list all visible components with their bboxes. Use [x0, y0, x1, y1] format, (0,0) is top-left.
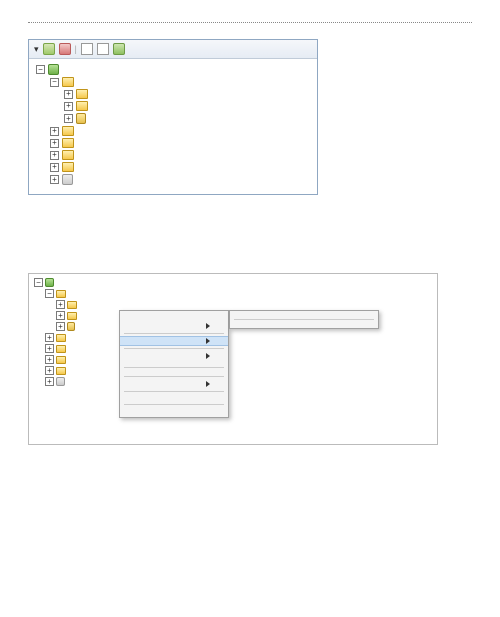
- plus-icon[interactable]: +: [64, 90, 73, 99]
- menu-item-script-database[interactable]: [120, 321, 228, 331]
- menu-separator: [124, 367, 224, 368]
- menu-item-properties[interactable]: [120, 411, 228, 415]
- folder-icon: [56, 290, 66, 298]
- tree-node-databases[interactable]: −: [33, 76, 313, 88]
- folder-icon: [56, 367, 66, 375]
- ssms-toolbar: ▾ |: [29, 40, 317, 59]
- server-icon: [45, 278, 54, 287]
- folder-icon: [56, 345, 66, 353]
- server-icon: [48, 64, 59, 75]
- object-explorer-tree-2: − − + + + + +: [29, 274, 437, 390]
- menu-item-policies[interactable]: [120, 351, 228, 361]
- toolbar-separator: |: [75, 44, 77, 54]
- plus-icon[interactable]: +: [56, 300, 65, 309]
- plus-icon[interactable]: +: [56, 322, 65, 331]
- divider: [28, 22, 472, 23]
- folder-icon: [67, 312, 77, 320]
- minus-icon[interactable]: −: [36, 65, 45, 74]
- menu-item-take-offline[interactable]: [230, 322, 378, 326]
- folder-icon: [56, 334, 66, 342]
- folder-icon: [56, 356, 66, 364]
- plus-icon[interactable]: +: [50, 127, 59, 136]
- filter-icon[interactable]: [81, 43, 93, 55]
- menu-item-tasks[interactable]: [120, 336, 228, 346]
- chevron-right-icon: [206, 338, 210, 344]
- plus-icon[interactable]: +: [64, 102, 73, 111]
- tree-node-security[interactable]: +: [32, 332, 434, 343]
- agent-icon: [56, 377, 65, 386]
- tree-node-security[interactable]: +: [33, 125, 313, 137]
- plus-icon[interactable]: +: [45, 355, 54, 364]
- body-paragraph: [28, 235, 472, 253]
- folder-icon: [62, 150, 74, 160]
- plus-icon[interactable]: +: [64, 114, 73, 123]
- plus-icon[interactable]: +: [45, 333, 54, 342]
- tree-node-sql-agent[interactable]: +: [33, 173, 313, 186]
- minus-icon[interactable]: −: [34, 278, 43, 287]
- plus-icon[interactable]: +: [50, 139, 59, 148]
- tree-node-system-databases[interactable]: +: [33, 88, 313, 100]
- agent-icon: [62, 174, 73, 185]
- menu-separator: [124, 391, 224, 392]
- tree-node-selected-database[interactable]: +: [33, 112, 313, 125]
- figure-caption-1: [28, 209, 472, 219]
- menu-separator: [124, 348, 224, 349]
- tree-node-replication[interactable]: +: [33, 149, 313, 161]
- menu-item-delete[interactable]: [120, 398, 228, 402]
- folder-icon: [76, 101, 88, 111]
- connect-label[interactable]: ▾: [34, 44, 39, 55]
- refresh-icon[interactable]: [113, 43, 125, 55]
- menu-item-reports[interactable]: [120, 379, 228, 389]
- menu-separator: [124, 404, 224, 405]
- ssms-screenshot-2: − − + + + + +: [28, 273, 438, 445]
- chevron-right-icon: [206, 381, 210, 387]
- plus-icon[interactable]: +: [50, 163, 59, 172]
- tree-node-management[interactable]: +: [32, 365, 434, 376]
- tree-node-sql-agent[interactable]: +: [32, 376, 434, 387]
- tree-node-system-databases[interactable]: +: [32, 299, 434, 310]
- chevron-right-icon: [206, 353, 210, 359]
- tree-node-snapshots[interactable]: +: [33, 100, 313, 112]
- database-icon: [76, 113, 86, 124]
- tree-node-server-objects[interactable]: +: [33, 137, 313, 149]
- menu-separator: [124, 333, 224, 334]
- menu-separator: [234, 319, 374, 320]
- tree-node-management[interactable]: +: [33, 161, 313, 173]
- context-menu-tasks[interactable]: [229, 310, 379, 329]
- minus-icon[interactable]: −: [50, 78, 59, 87]
- plus-icon[interactable]: +: [50, 151, 59, 160]
- tree-node-replication[interactable]: +: [32, 354, 434, 365]
- menu-item-facets[interactable]: [120, 361, 228, 365]
- menu-separator: [124, 376, 224, 377]
- folder-icon: [62, 162, 74, 172]
- context-menu-main[interactable]: [119, 310, 229, 418]
- folder-icon: [62, 77, 74, 87]
- toolbar-icon[interactable]: [43, 43, 55, 55]
- plus-icon[interactable]: +: [56, 311, 65, 320]
- tree-node-server[interactable]: −: [33, 63, 313, 76]
- folder-icon: [76, 89, 88, 99]
- object-explorer-tree: − − + + + + +: [29, 59, 317, 194]
- database-icon: [67, 322, 75, 331]
- tree-node-server[interactable]: −: [32, 277, 434, 288]
- folder-icon: [62, 126, 74, 136]
- folder-icon: [67, 301, 77, 309]
- plus-icon[interactable]: +: [45, 377, 54, 386]
- stop-icon[interactable]: [97, 43, 109, 55]
- folder-icon: [62, 138, 74, 148]
- chevron-right-icon: [206, 323, 210, 329]
- plus-icon[interactable]: +: [50, 175, 59, 184]
- tree-node-server-objects[interactable]: +: [32, 343, 434, 354]
- tree-node-databases[interactable]: −: [32, 288, 434, 299]
- minus-icon[interactable]: −: [45, 289, 54, 298]
- menu-item-powershell[interactable]: [120, 370, 228, 374]
- ssms-screenshot-1: ▾ | − − + + +: [28, 39, 318, 195]
- menu-item-detach[interactable]: [230, 313, 378, 317]
- toolbar-icon[interactable]: [59, 43, 71, 55]
- plus-icon[interactable]: +: [45, 366, 54, 375]
- plus-icon[interactable]: +: [45, 344, 54, 353]
